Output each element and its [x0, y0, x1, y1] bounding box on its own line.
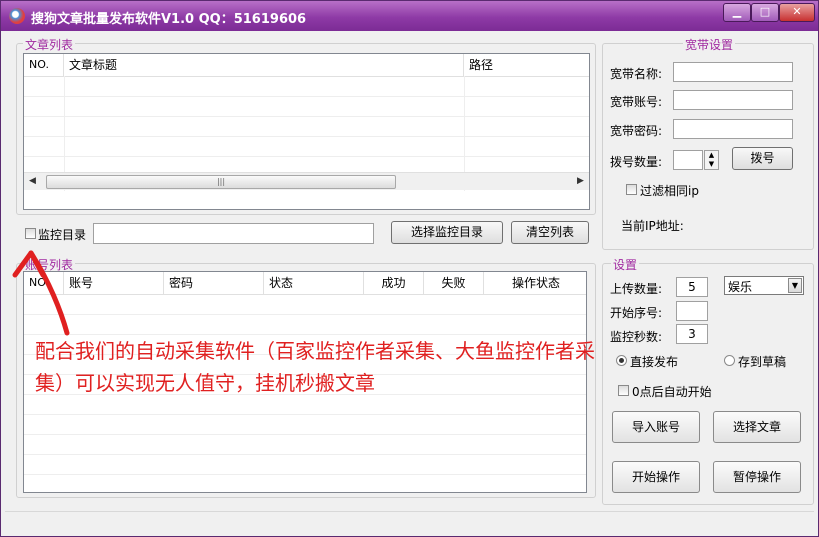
- table-row: [24, 414, 586, 415]
- monitor-path-input[interactable]: [93, 223, 374, 244]
- close-button[interactable]: ✕: [779, 3, 815, 22]
- table-row: [24, 116, 589, 117]
- column-header-path[interactable]: 路径: [464, 54, 589, 76]
- status-bar: [5, 511, 814, 532]
- start-operation-button[interactable]: 开始操作: [612, 461, 700, 493]
- auto-start-label: 0点后自动开始: [632, 385, 712, 399]
- dial-count-label: 拨号数量:: [610, 155, 663, 169]
- annotation-arrow-icon: [12, 250, 70, 336]
- scroll-thumb[interactable]: |||: [46, 175, 396, 189]
- column-header-status[interactable]: 状态: [264, 272, 364, 294]
- maximize-button[interactable]: □: [751, 3, 779, 22]
- import-accounts-button[interactable]: 导入账号: [612, 411, 700, 443]
- column-header-success[interactable]: 成功: [364, 272, 424, 294]
- dial-button[interactable]: 拨号: [732, 147, 793, 170]
- table-row: [24, 474, 586, 475]
- current-ip-label: 当前IP地址:: [621, 219, 684, 233]
- table-row: [24, 96, 589, 97]
- category-select-value: 娱乐: [728, 280, 753, 294]
- filter-same-ip-label: 过滤相同ip: [640, 184, 699, 198]
- dial-count-stepper[interactable]: [673, 150, 703, 170]
- column-header-title[interactable]: 文章标题: [64, 54, 464, 76]
- table-row: [24, 136, 589, 137]
- monitor-seconds-input[interactable]: 3: [676, 324, 708, 344]
- article-list[interactable]: NO. 文章标题 路径 ◀ ||| ▶: [23, 53, 590, 210]
- spin-down-icon[interactable]: ▼: [705, 160, 718, 169]
- filter-same-ip-checkbox[interactable]: [626, 184, 637, 195]
- broadband-password-input[interactable]: [673, 119, 793, 139]
- save-draft-label: 存到草稿: [738, 355, 787, 369]
- account-list-header: NO. 账号 密码 状态 成功 失败 操作状态: [24, 272, 586, 295]
- category-select[interactable]: 娱乐 ▼: [724, 276, 804, 295]
- clear-list-button[interactable]: 清空列表: [511, 221, 589, 244]
- broadband-account-label: 宽带账号:: [610, 95, 663, 109]
- app-window: 搜狗文章批量发布软件V1.0 QQ：51619606 ▁ □ ✕ 文章列表 NO…: [0, 0, 819, 537]
- save-draft-radio[interactable]: [724, 355, 735, 366]
- broadband-name-label: 宽带名称:: [610, 67, 663, 81]
- start-index-input[interactable]: [676, 301, 708, 321]
- table-row: [24, 156, 589, 157]
- table-row: [24, 454, 586, 455]
- monitor-seconds-label: 监控秒数:: [610, 330, 663, 344]
- direct-publish-radio[interactable]: [616, 355, 627, 366]
- dial-count-spin-buttons[interactable]: ▲ ▼: [704, 150, 719, 170]
- promo-annotation: 配合我们的自动采集软件（百家监控作者采集、大鱼监控作者采集）可以实现无人值守，挂…: [35, 339, 595, 395]
- minimize-button[interactable]: ▁: [723, 3, 751, 22]
- broadband-password-label: 宽带密码:: [610, 124, 663, 138]
- upload-count-label: 上传数量:: [610, 282, 663, 296]
- broadband-settings-title: 宽带设置: [683, 36, 736, 53]
- horizontal-scrollbar[interactable]: ◀ ||| ▶: [24, 172, 589, 190]
- article-list-header: NO. 文章标题 路径: [24, 54, 589, 77]
- scroll-right-icon[interactable]: ▶: [572, 173, 589, 190]
- auto-start-checkbox[interactable]: [618, 385, 629, 396]
- title-bar: 搜狗文章批量发布软件V1.0 QQ：51619606 ▁ □ ✕: [1, 1, 818, 31]
- upload-count-input[interactable]: 5: [676, 277, 708, 297]
- app-logo-icon: [9, 8, 25, 24]
- table-row: [24, 434, 586, 435]
- column-header-operation-status[interactable]: 操作状态: [484, 272, 586, 294]
- broadband-account-input[interactable]: [673, 90, 793, 110]
- column-header-password[interactable]: 密码: [164, 272, 264, 294]
- column-header-fail[interactable]: 失败: [424, 272, 484, 294]
- spin-up-icon[interactable]: ▲: [705, 151, 718, 160]
- scroll-left-icon[interactable]: ◀: [24, 173, 41, 190]
- select-monitor-directory-button[interactable]: 选择监控目录: [391, 221, 503, 244]
- pause-operation-button[interactable]: 暂停操作: [713, 461, 801, 493]
- direct-publish-label: 直接发布: [630, 355, 679, 369]
- column-header-no[interactable]: NO.: [24, 54, 64, 76]
- chevron-down-icon[interactable]: ▼: [788, 278, 802, 293]
- start-index-label: 开始序号:: [610, 306, 663, 320]
- settings-title: 设置: [611, 256, 640, 273]
- article-list-title: 文章列表: [23, 36, 76, 53]
- window-title: 搜狗文章批量发布软件V1.0 QQ：51619606: [31, 12, 307, 27]
- broadband-name-input[interactable]: [673, 62, 793, 82]
- choose-articles-button[interactable]: 选择文章: [713, 411, 801, 443]
- table-row: [24, 314, 586, 315]
